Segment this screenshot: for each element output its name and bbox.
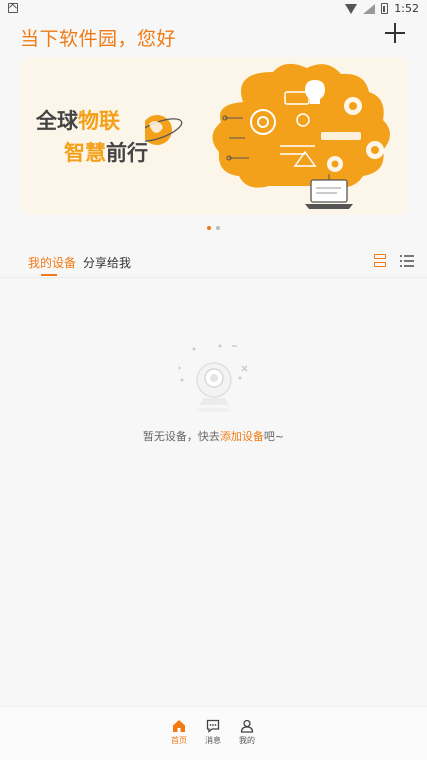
- empty-text-after: 吧~: [263, 430, 285, 443]
- bottom-navigation: 首页 消息 我的: [0, 706, 427, 760]
- banner-slogan-line2: 智慧前行: [64, 137, 148, 167]
- message-icon: [206, 719, 220, 733]
- tab-shared-with-me[interactable]: 分享给我: [83, 254, 131, 271]
- signal-icon: [363, 3, 376, 14]
- empty-camera-icon: [178, 344, 248, 413]
- pagination-dot-active[interactable]: [207, 226, 211, 230]
- promo-banner[interactable]: 全球物联 智慧前行: [20, 57, 407, 215]
- nav-home-label: 首页: [171, 736, 187, 745]
- status-time: 1:52: [394, 2, 419, 15]
- nav-messages[interactable]: 消息: [198, 719, 228, 746]
- greeting-title: 当下软件园，您好: [20, 28, 177, 50]
- banner-line1-highlight: 物联: [78, 109, 120, 133]
- add-device-button[interactable]: [384, 22, 406, 44]
- nav-profile-label: 我的: [239, 736, 255, 745]
- empty-state-message: 暂无设备，快去添加设备吧~: [0, 428, 427, 444]
- profile-icon: [240, 719, 254, 733]
- list-view-icon[interactable]: [400, 254, 414, 268]
- wifi-icon: [345, 3, 358, 14]
- active-tab-indicator: [41, 274, 57, 276]
- nav-messages-label: 消息: [205, 736, 221, 745]
- empty-text-before: 暂无设备，快去: [142, 430, 220, 443]
- laptop-icon: [305, 179, 353, 209]
- home-icon: [173, 720, 185, 732]
- status-icons: 1:52: [345, 2, 419, 15]
- device-tabs: 我的设备 分享给我: [0, 248, 427, 278]
- banner-slogan-line1: 全球物联: [36, 105, 120, 135]
- card-view-icon[interactable]: [374, 254, 386, 268]
- banner-line2-highlight: 智慧: [64, 141, 106, 165]
- globe-icon: [145, 115, 183, 145]
- banner-pagination: [207, 226, 220, 230]
- pagination-dot[interactable]: [216, 226, 220, 230]
- tab-my-devices[interactable]: 我的设备: [28, 254, 76, 271]
- notification-icon: [8, 3, 18, 13]
- status-bar: 1:52: [0, 0, 427, 18]
- nav-profile[interactable]: 我的: [232, 719, 262, 746]
- battery-icon: [381, 3, 389, 14]
- nav-home[interactable]: 首页: [164, 719, 194, 746]
- add-device-link[interactable]: 添加设备: [220, 430, 264, 443]
- iot-brain-illustration: [145, 63, 390, 209]
- banner-line2-plain: 前行: [106, 141, 148, 165]
- banner-line1-plain: 全球: [36, 109, 78, 133]
